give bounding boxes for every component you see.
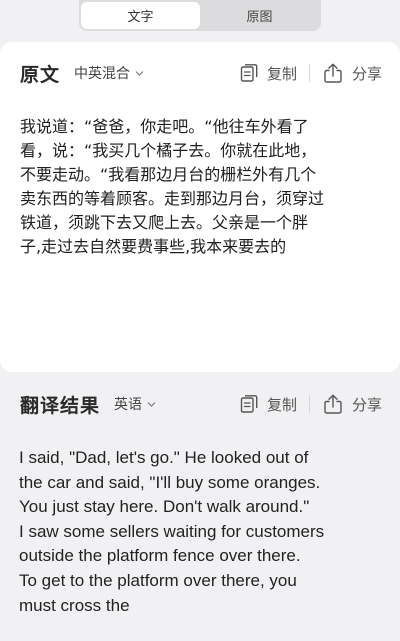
tab-text-label: 文字 [127,10,154,25]
target-language-select[interactable]: 英语 [114,394,156,414]
source-copy-button[interactable]: 复制 [239,63,297,84]
view-tabs: 文字 原图 [79,0,321,31]
source-share-label: 分享 [351,64,382,83]
source-language-label: 中英混合 [74,66,131,82]
translate-result-page: 文字 原图 原文 中英混合 复制 分享 我说道：“爸爸，你走吧。“他往车外看了 … [0,0,400,641]
chevron-down-icon [147,401,156,407]
translation-share-label: 分享 [351,395,382,414]
translation-share-button[interactable]: 分享 [322,393,382,415]
source-share-button[interactable]: 分享 [322,62,382,84]
translation-copy-button[interactable]: 复制 [239,394,297,415]
translation-copy-label: 复制 [266,395,297,414]
tab-original-image-label: 原图 [246,10,273,25]
source-header: 原文 中英混合 复制 分享 [20,58,382,88]
translation-actions: 复制 分享 [239,393,382,415]
copy-icon [240,395,258,413]
tab-text[interactable]: 文字 [81,2,200,29]
translation-header: 翻译结果 英语 复制 分享 [20,389,382,419]
translation-text[interactable]: I said, "Dad, let's go." He looked out o… [19,446,389,618]
action-divider [308,395,310,413]
share-icon [324,63,342,83]
copy-icon [240,64,258,82]
source-copy-label: 复制 [266,64,297,83]
target-language-label: 英语 [114,397,143,413]
source-actions: 复制 分享 [239,62,382,84]
source-card: 原文 中英混合 复制 分享 我说道：“爸爸，你走吧。“他往车外看了 看，说：“我… [0,42,400,372]
translation-title: 翻译结果 [20,394,101,417]
source-language-select[interactable]: 中英混合 [74,63,144,83]
source-text[interactable]: 我说道：“爸爸，你走吧。“他往车外看了 看，说：“我买几个橘子去。你就在此地， … [20,115,382,259]
share-icon [324,394,342,414]
source-title: 原文 [20,63,61,86]
action-divider [308,64,310,82]
tab-original-image[interactable]: 原图 [200,2,319,29]
chevron-down-icon [135,70,144,76]
